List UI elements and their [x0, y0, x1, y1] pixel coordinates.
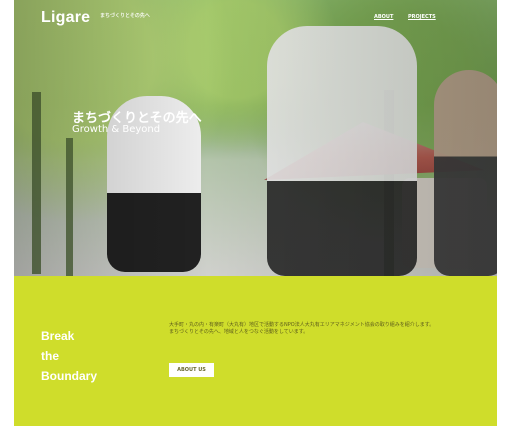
section-heading: Break the Boundary: [41, 326, 97, 386]
logo[interactable]: Ligare: [41, 9, 90, 27]
page: Ligare まちづくりとその先へ ABOUT PROJECTS まちづくりとそ…: [14, 0, 497, 426]
section-heading-line-2: the: [41, 349, 59, 363]
hero-subtitle: Growth & Beyond: [72, 124, 161, 135]
header-tagline: まちづくりとその先へ: [100, 13, 150, 19]
break-boundary-section: Break the Boundary 大手町・丸の内・有楽町（大丸有）地区で活動…: [14, 276, 497, 426]
section-heading-line-1: Break: [41, 329, 75, 343]
nav-link-about[interactable]: ABOUT: [374, 14, 393, 20]
hero-image: Ligare まちづくりとその先へ ABOUT PROJECTS まちづくりとそ…: [14, 0, 497, 276]
section-description: 大手町・丸の内・有楽町（大丸有）地区で活動するNPO法人大丸有エリアマネジメント…: [169, 322, 435, 335]
section-heading-line-3: Boundary: [41, 369, 98, 383]
nav-link-projects[interactable]: PROJECTS: [408, 14, 436, 20]
hero-overlay: [14, 0, 497, 276]
about-us-button[interactable]: ABOUT US: [169, 363, 214, 377]
